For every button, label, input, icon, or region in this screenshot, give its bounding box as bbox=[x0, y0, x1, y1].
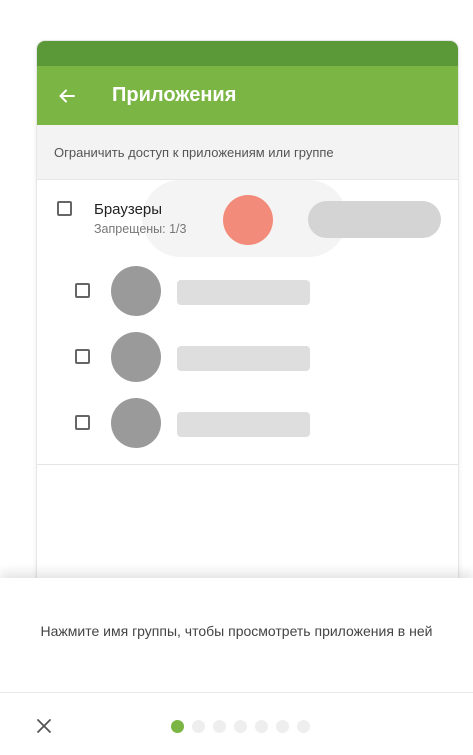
page-indicator bbox=[171, 720, 310, 733]
page-dot bbox=[213, 720, 226, 733]
divider bbox=[0, 692, 473, 693]
page-dot bbox=[192, 720, 205, 733]
app-row[interactable] bbox=[37, 258, 458, 324]
page-dot bbox=[276, 720, 289, 733]
app-checkbox[interactable] bbox=[75, 283, 90, 298]
arrow-left-icon[interactable] bbox=[57, 86, 77, 106]
app-bar: Приложения bbox=[37, 66, 458, 125]
tap-indicator bbox=[223, 195, 273, 245]
app-icon-placeholder bbox=[111, 332, 161, 382]
page-title: Приложения bbox=[112, 84, 237, 106]
app-name-placeholder bbox=[177, 412, 310, 437]
section-subheader: Ограничить доступ к приложениям или груп… bbox=[37, 125, 458, 180]
app-row[interactable] bbox=[37, 324, 458, 390]
app-name-placeholder bbox=[177, 346, 310, 371]
app-icon-placeholder bbox=[111, 266, 161, 316]
group-checkbox[interactable] bbox=[57, 201, 72, 216]
app-name-placeholder bbox=[177, 280, 310, 305]
page-dot-active bbox=[171, 720, 184, 733]
page-dot bbox=[297, 720, 310, 733]
app-checkbox[interactable] bbox=[75, 349, 90, 364]
group-placeholder-pill bbox=[308, 201, 441, 238]
group-row-browsers[interactable]: Браузеры Запрещены: 1/3 bbox=[37, 180, 458, 258]
group-blocked-count: Запрещены: 1/3 bbox=[94, 222, 187, 236]
divider bbox=[37, 464, 458, 465]
tutorial-sheet: Нажмите имя группы, чтобы просмотреть пр… bbox=[0, 578, 473, 755]
page-dot bbox=[255, 720, 268, 733]
page-dot bbox=[234, 720, 247, 733]
close-icon[interactable] bbox=[34, 716, 54, 736]
tutorial-hint: Нажмите имя группы, чтобы просмотреть пр… bbox=[40, 623, 433, 639]
phone-screen-mockup: Приложения Ограничить доступ к приложени… bbox=[37, 41, 458, 581]
app-row[interactable] bbox=[37, 390, 458, 456]
group-name[interactable]: Браузеры bbox=[94, 201, 162, 218]
status-bar bbox=[37, 41, 458, 66]
app-checkbox[interactable] bbox=[75, 415, 90, 430]
app-icon-placeholder bbox=[111, 398, 161, 448]
